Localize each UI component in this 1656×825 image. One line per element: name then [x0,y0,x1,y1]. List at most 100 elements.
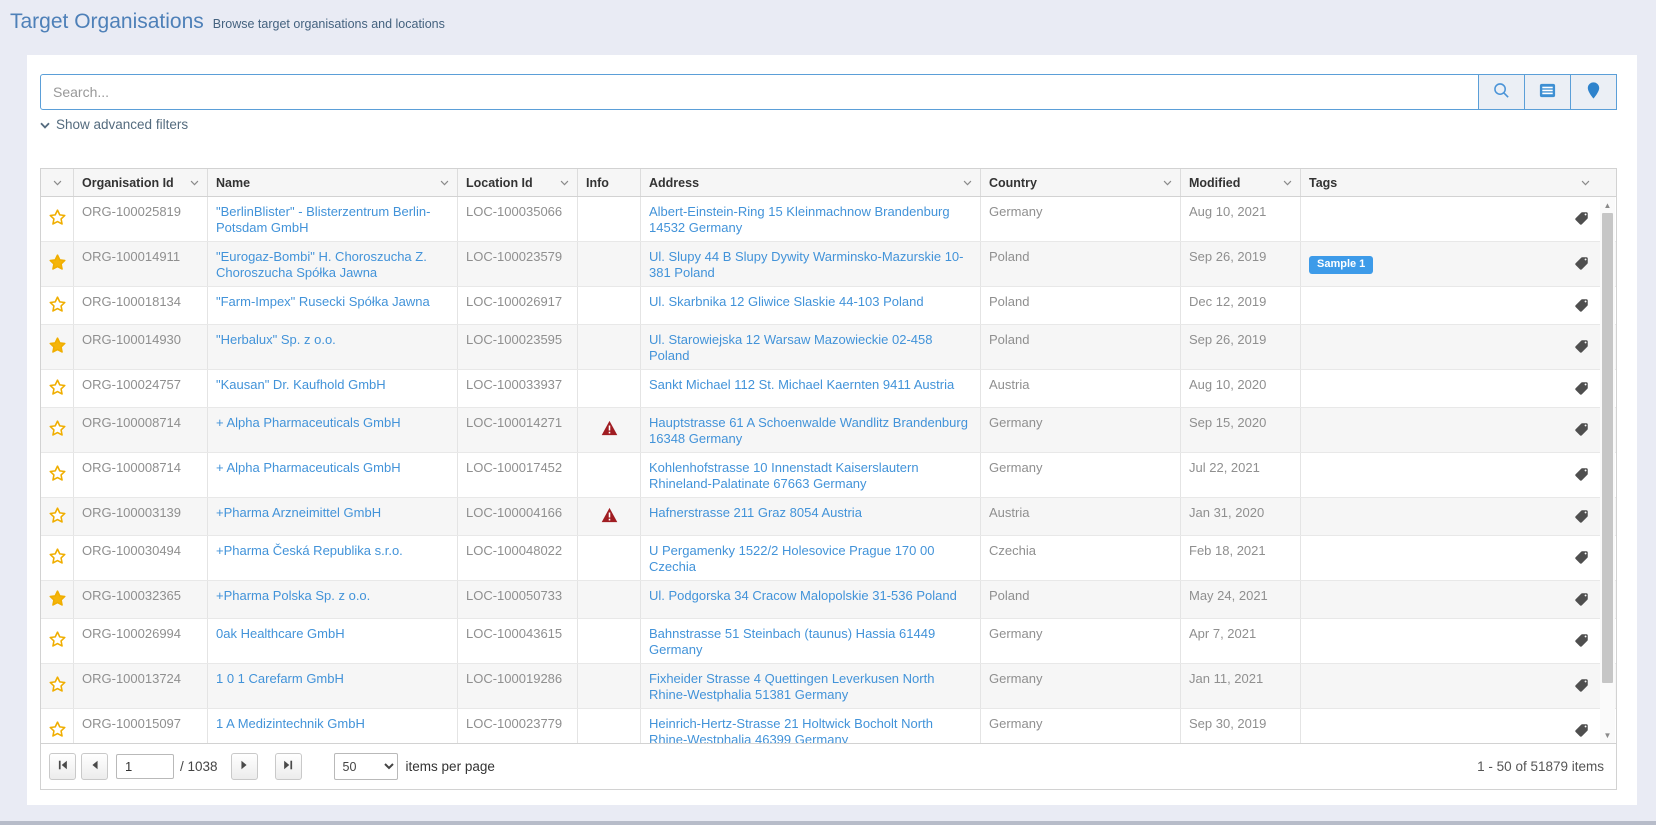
organisation-name-link[interactable]: "Farm-Impex" Rusecki Spółka Jawna [216,294,430,309]
chevron-down-icon[interactable] [957,180,972,186]
address-link[interactable]: Ul. Starowiejska 12 Warsaw Mazowieckie 0… [649,332,932,363]
map-view-button[interactable] [1571,74,1617,110]
edit-tags-button[interactable] [1572,467,1590,485]
organisation-name-link[interactable]: +Pharma Arzneimittel GmbH [216,505,381,520]
column-header-country[interactable]: Country [981,169,1181,196]
vertical-scrollbar[interactable]: ▲ ▼ [1600,197,1615,743]
address-link[interactable]: Ul. Skarbnika 12 Gliwice Slaskie 44-103 … [649,294,924,309]
edit-tags-button[interactable] [1572,256,1590,274]
organisation-name-link[interactable]: "Herbalux" Sp. z o.o. [216,332,336,347]
chevron-down-icon[interactable] [1575,180,1590,186]
address-link[interactable]: Albert-Einstein-Ring 15 Kleinmachnow Bra… [649,204,950,235]
address-link[interactable]: Hauptstrasse 61 A Schoenwalde Wandlitz B… [649,415,968,446]
favourite-star-button[interactable] [45,418,69,442]
modified-cell: Sep 26, 2019 [1181,242,1301,286]
favourite-star-button[interactable] [45,335,69,359]
chevron-down-icon[interactable] [434,180,449,186]
organisation-name-link[interactable]: 1 0 1 Carefarm GmbH [216,671,344,686]
favourite-star-button[interactable] [45,207,69,231]
page-size-select[interactable]: 50 [334,753,398,780]
organisation-name-link[interactable]: "BerlinBlister" - Blisterzentrum Berlin-… [216,204,430,235]
edit-tags-button[interactable] [1572,633,1590,651]
organisation-name-link[interactable]: + Alpha Pharmaceuticals GmbH [216,460,401,475]
favourite-star-button[interactable] [45,719,69,743]
organisation-name-link[interactable]: 0ak Healthcare GmbH [216,626,345,641]
column-header-name[interactable]: Name [208,169,458,196]
organisation-name-link[interactable]: +Pharma Polska Sp. z o.o. [216,588,370,603]
favourite-star-button[interactable] [45,674,69,698]
tag-icon [1574,509,1589,527]
favourite-star-button[interactable] [45,294,69,318]
scroll-down-icon[interactable]: ▼ [1600,728,1615,742]
favourite-cell [41,581,74,618]
organisation-name-link[interactable]: "Kausan" Dr. Kaufhold GmbH [216,377,386,392]
search-input[interactable] [40,74,1479,110]
table-view-button[interactable] [1525,74,1571,110]
organisation-name-link[interactable]: + Alpha Pharmaceuticals GmbH [216,415,401,430]
column-header-info[interactable]: Info [578,169,641,196]
chevron-down-icon[interactable] [1277,180,1292,186]
name-cell: "Eurogaz-Bombi" H. Choroszucha Z. Choros… [208,242,458,286]
chevron-down-icon[interactable] [53,180,62,186]
edit-tags-button[interactable] [1572,381,1590,399]
edit-tags-button[interactable] [1572,723,1590,741]
favourite-star-button[interactable] [45,629,69,653]
location-id-cell: LOC-100043615 [458,619,578,663]
chevron-down-icon[interactable] [1157,180,1172,186]
address-cell: Kohlenhofstrasse 10 Innenstadt Kaisersla… [641,453,981,497]
star-icon [47,674,68,698]
address-link[interactable]: Kohlenhofstrasse 10 Innenstadt Kaisersla… [649,460,919,491]
next-page-button[interactable] [231,753,258,780]
first-page-button[interactable] [49,753,76,780]
column-header-tags[interactable]: Tags [1301,169,1616,196]
star-icon [47,252,68,276]
country-cell: Austria [981,498,1181,535]
column-header-modified[interactable]: Modified [1181,169,1301,196]
address-link[interactable]: Hafnerstrasse 211 Graz 8054 Austria [649,505,862,520]
edit-tags-button[interactable] [1572,422,1590,440]
organisation-id-text: ORG-100003139 [82,505,181,520]
search-button[interactable] [1479,74,1525,110]
organisation-name-link[interactable]: +Pharma Česká Republika s.r.o. [216,543,403,558]
chevron-down-icon[interactable] [554,180,569,186]
favourite-star-button[interactable] [45,546,69,570]
column-header-organisation-id[interactable]: Organisation Id [74,169,208,196]
edit-tags-button[interactable] [1572,678,1590,696]
organisation-name-link[interactable]: 1 A Medizintechnik GmbH [216,716,365,731]
favourite-star-button[interactable] [45,463,69,487]
info-cell [578,498,641,535]
address-link[interactable]: Ul. Slupy 44 B Slupy Dywity Warminsko-Ma… [649,249,964,280]
organisation-name-link[interactable]: "Eurogaz-Bombi" H. Choroszucha Z. Choros… [216,249,427,280]
favourite-star-button[interactable] [45,252,69,276]
favourite-star-button[interactable] [45,588,69,612]
last-page-button[interactable] [275,753,302,780]
address-link[interactable]: U Pergamenky 1522/2 Holesovice Prague 17… [649,543,934,574]
chevron-down-icon[interactable] [184,180,199,186]
edit-tags-button[interactable] [1572,339,1590,357]
address-link[interactable]: Ul. Podgorska 34 Cracow Malopolskie 31-5… [649,588,957,603]
scrollbar-thumb[interactable] [1602,213,1613,683]
show-advanced-filters-toggle[interactable]: Show advanced filters [40,117,188,132]
edit-tags-button[interactable] [1572,298,1590,316]
column-header-address[interactable]: Address [641,169,981,196]
edit-tags-button[interactable] [1572,211,1590,229]
edit-tags-button[interactable] [1572,592,1590,610]
country-text: Germany [989,415,1042,430]
scroll-up-icon[interactable]: ▲ [1600,198,1615,212]
edit-tags-button[interactable] [1572,550,1590,568]
address-link[interactable]: Fixheider Strasse 4 Quettingen Leverkuse… [649,671,934,702]
favourite-star-button[interactable] [45,505,69,529]
favourite-star-button[interactable] [45,377,69,401]
column-header-label: Location Id [466,176,533,190]
name-cell: 1 0 1 Carefarm GmbH [208,664,458,708]
column-header-location-id[interactable]: Location Id [458,169,578,196]
organisation-id-text: ORG-100018134 [82,294,181,309]
address-link[interactable]: Sankt Michael 112 St. Michael Kaernten 9… [649,377,954,392]
modified-cell: Jan 11, 2021 [1181,664,1301,708]
address-link[interactable]: Bahnstrasse 51 Steinbach (taunus) Hassia… [649,626,935,657]
prev-page-button[interactable] [81,753,108,780]
address-link[interactable]: Heinrich-Hertz-Strasse 21 Holtwick Bocho… [649,716,933,743]
column-header-favourite[interactable] [41,169,74,196]
page-number-input[interactable] [116,754,174,779]
edit-tags-button[interactable] [1572,509,1590,527]
